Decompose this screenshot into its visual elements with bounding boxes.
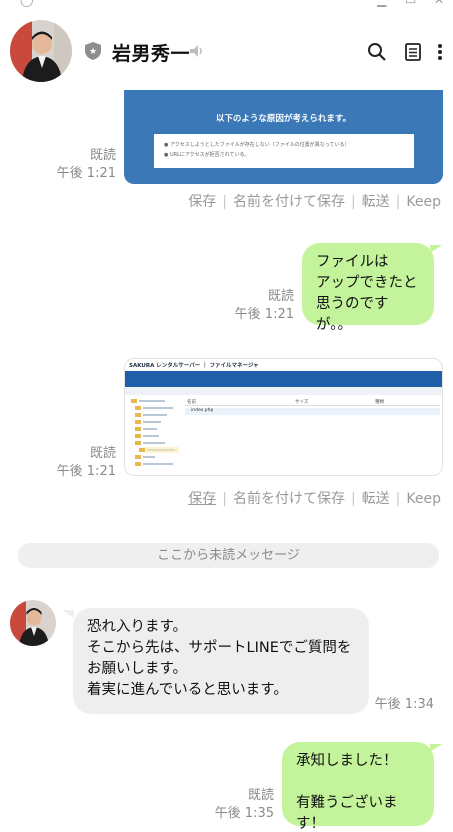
chat-area[interactable]: 既読 午後 1:21 以下のような原因が考えられます。 ● アクセスしようとした… [0, 90, 453, 832]
message-meta: 既読 午後 1:21 [220, 288, 294, 324]
notes-icon[interactable] [403, 42, 423, 62]
image-actions: 保存 | 名前を付けて保存 | 転送 | Keep [188, 194, 441, 210]
read-receipt: 既読 [89, 446, 116, 461]
search-icon[interactable] [367, 42, 387, 62]
svg-text:★: ★ [89, 47, 97, 57]
keep-button[interactable]: Keep [406, 491, 441, 507]
save-as-button[interactable]: 名前を付けて保存 [233, 194, 345, 210]
save-button[interactable]: 保存 [188, 491, 216, 507]
bubble-tail [430, 744, 442, 752]
read-receipt: 既読 [247, 788, 274, 803]
my-message-bubble[interactable]: ファイルは アップできたと 思うのですが。。 [302, 243, 434, 333]
image-message-error-dialog[interactable]: 以下のような原因が考えられます。 ● アクセスしようとしたファイルが存在しない（… [124, 90, 443, 184]
message-time: 午後 1:34 [374, 697, 434, 712]
dialog-title: 以下のような原因が考えられます。 [215, 114, 352, 124]
my-message-bubble[interactable]: 承知しました！ 有難うございます！ [282, 742, 434, 832]
keep-button[interactable]: Keep [406, 194, 441, 210]
message-meta: 既読 午後 1:21 [40, 147, 116, 183]
col-name: 名前 [187, 400, 196, 405]
message-time: 午後 1:35 [214, 806, 274, 821]
forward-button[interactable]: 転送 [362, 194, 390, 210]
message-time: 午後 1:21 [56, 464, 116, 479]
file-name: index.php [191, 408, 214, 413]
dialog-box: ● アクセスしようとしたファイルが存在しない（ファイルの位置が異なっている） ●… [154, 134, 414, 168]
save-as-button[interactable]: 名前を付けて保存 [233, 491, 345, 507]
fm-header-row: 名前 サイズ 種類 [185, 399, 440, 406]
window-titlebar: ◯ ▁ ▭ ✕ [0, 0, 453, 8]
image-message-file-manager[interactable]: SAKURA レンタルサーバー ｜ ファイルマネージャ 名前 サイズ 種類 in… [124, 358, 443, 476]
forward-button[interactable]: 転送 [362, 491, 390, 507]
save-button[interactable]: 保存 [188, 194, 216, 210]
message-meta: 既読 午後 1:35 [200, 787, 274, 823]
speaker-icon [188, 42, 206, 60]
fm-toolbar [125, 371, 442, 387]
official-badge-icon: ★ [84, 41, 102, 61]
message-time: 午後 1:21 [56, 166, 116, 181]
read-receipt: 既読 [267, 289, 294, 304]
col-type: 種類 [375, 400, 384, 405]
contact-avatar[interactable] [10, 20, 72, 82]
message-meta: 既読 午後 1:21 [40, 445, 116, 481]
fm-title: SAKURA レンタルサーバー ｜ ファイルマネージャ [129, 363, 259, 369]
bubble-tail [62, 610, 74, 618]
minimize-icon[interactable]: ▁ [377, 0, 386, 6]
maximize-icon[interactable]: ▭ [405, 0, 416, 6]
fm-tree [127, 397, 181, 475]
contact-message-bubble[interactable]: 恐れ入ります。 そこから先は、サポートLINEでご質問をお願いします。 着実に進… [73, 608, 369, 714]
app-icon: ◯ [20, 0, 34, 7]
fm-pathbar [125, 387, 442, 395]
bubble-tail [430, 245, 442, 253]
image-actions: 保存 | 名前を付けて保存 | 転送 | Keep [188, 491, 441, 507]
unread-divider: ここから未読メッセージ [18, 543, 439, 568]
close-icon[interactable]: ✕ [434, 0, 444, 6]
more-options-icon[interactable] [435, 42, 445, 62]
read-receipt: 既読 [89, 148, 116, 163]
col-size: サイズ [295, 400, 309, 405]
contact-avatar-small[interactable] [10, 600, 56, 646]
chat-header: ★ 岩男秀一 [0, 8, 453, 90]
dialog-line: ● URLにアクセスが拒否されている。 [164, 152, 250, 158]
fm-file-row: index.php [185, 408, 440, 415]
contact-name: 岩男秀一 [112, 43, 191, 65]
message-time: 午後 1:21 [234, 307, 294, 322]
dialog-line: ● アクセスしようとしたファイルが存在しない（ファイルの位置が異なっている） [164, 142, 350, 148]
